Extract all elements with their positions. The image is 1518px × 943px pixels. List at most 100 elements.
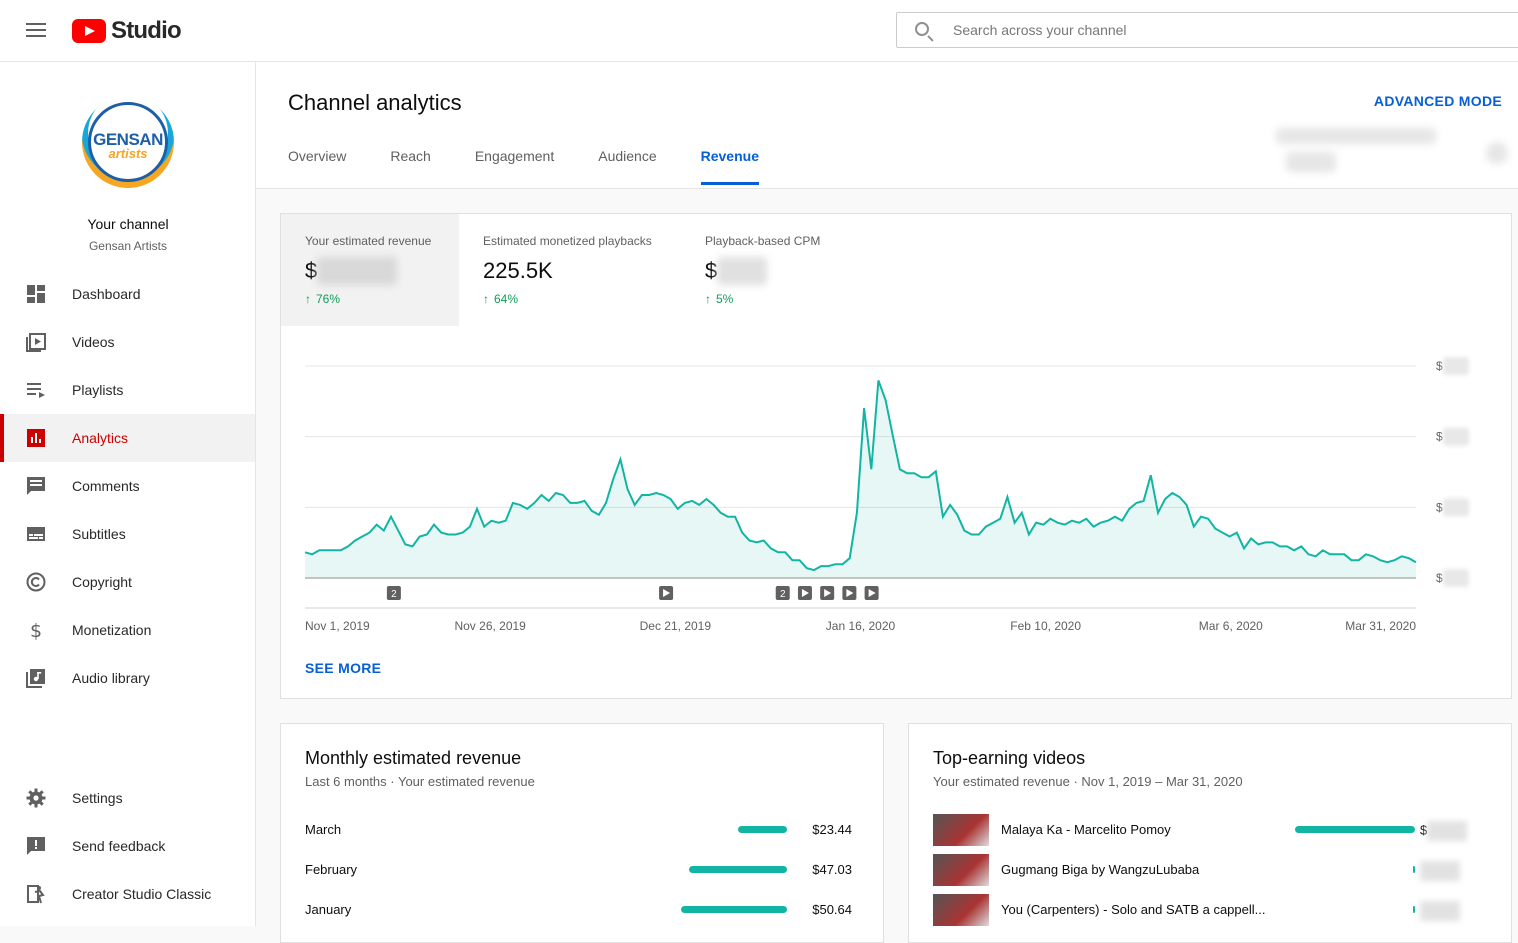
x-tick-label: Jan 16, 2020	[826, 619, 896, 633]
blurred-amount	[1427, 821, 1468, 841]
studio-logo[interactable]: Studio	[72, 17, 182, 45]
sidebar: GENSAN artists Your channel Gensan Artis…	[0, 62, 256, 926]
series-area	[305, 380, 1416, 578]
metric-value: $	[705, 256, 857, 286]
x-tick-label: Mar 6, 2020	[1199, 619, 1263, 633]
creator-studio-classic-icon	[26, 884, 46, 904]
tab-reach[interactable]: Reach	[390, 148, 430, 188]
metric-value-prefix: $	[305, 258, 318, 283]
sidebar-item-label: Videos	[72, 334, 115, 350]
blurred-amount	[1420, 901, 1460, 921]
sidebar-item-label: Creator Studio Classic	[72, 886, 212, 902]
revenue-chart[interactable]: $ $ $ $2 2 Nov 1, 2019 Nov 26, 2019 Dec 21, 201…	[281, 336, 1511, 666]
sidebar-item-label: Playlists	[72, 382, 124, 398]
video-title[interactable]: Gugmang Biga by WangzuLubaba	[1001, 862, 1199, 877]
top-earning-videos-card: Top-earning videos Your estimated revenu…	[908, 723, 1512, 943]
sidebar-item-send-feedback[interactable]: Send feedback	[0, 822, 255, 870]
sidebar-item-dashboard[interactable]: Dashboard	[0, 270, 255, 318]
arrow-up-icon: ↑	[483, 292, 489, 306]
metric-value: $	[305, 256, 435, 286]
blurred-dropdown-icon[interactable]	[1486, 142, 1508, 164]
tab-overview[interactable]: Overview	[288, 148, 346, 188]
analytics-icon	[26, 428, 46, 448]
channel-avatar[interactable]: GENSAN artists	[82, 96, 174, 188]
metric-playback-cpm[interactable]: Playback-based CPM $ ↑ 5%	[681, 214, 881, 326]
channel-name: Gensan Artists	[88, 239, 168, 253]
video-thumbnail[interactable]	[933, 814, 989, 846]
video-thumbnail[interactable]	[933, 894, 989, 926]
video-thumbnail[interactable]	[933, 854, 989, 886]
sidebar-item-comments[interactable]: Comments	[0, 462, 255, 510]
video-revenue-bar	[1412, 906, 1415, 913]
sidebar-item-subtitles[interactable]: Subtitles	[0, 510, 255, 558]
month-bar	[737, 826, 787, 833]
sidebar-item-monetization[interactable]: $ Monetization	[0, 606, 255, 654]
metric-estimated-revenue[interactable]: Your estimated revenue $ ↑ 76%	[281, 214, 459, 326]
monetization-icon: $	[26, 620, 46, 642]
sidebar-item-label: Settings	[72, 790, 123, 806]
month-amount: $50.64	[812, 902, 852, 917]
x-tick-label: Feb 10, 2020	[1010, 619, 1081, 633]
month-amount: $23.44	[812, 822, 852, 837]
y-tick-label: $	[1436, 430, 1443, 444]
videos-icon	[26, 332, 46, 352]
sidebar-item-label: Monetization	[72, 622, 152, 638]
comments-icon	[26, 476, 46, 496]
search-icon[interactable]	[915, 22, 929, 36]
blurred-date-range[interactable]	[1276, 128, 1436, 144]
blurred-y-tick-value	[1443, 569, 1469, 587]
metric-change: ↑ 64%	[483, 292, 657, 306]
video-title[interactable]: Malaya Ka - Marcelito Pomoy	[1001, 822, 1171, 837]
avatar-logo-subtext: artists	[108, 146, 148, 161]
svg-text:$: $	[30, 620, 42, 640]
sidebar-item-creator-studio-classic[interactable]: Creator Studio Classic	[0, 870, 255, 918]
sidebar-item-label: Copyright	[72, 574, 132, 590]
monthly-row: March $23.44	[305, 822, 852, 862]
see-more-button[interactable]: SEE MORE	[305, 660, 381, 676]
sidebar-item-copyright[interactable]: Copyright	[0, 558, 255, 606]
sidebar-item-audio-library[interactable]: Audio library	[0, 654, 255, 702]
x-tick-label: Mar 31, 2020	[1345, 619, 1416, 633]
arrow-up-icon: ↑	[305, 292, 311, 306]
video-amount	[1420, 861, 1460, 881]
month-label: February	[305, 862, 358, 877]
video-title[interactable]: You (Carpenters) - Solo and SATB a cappe…	[1001, 902, 1265, 917]
sidebar-item-label: Analytics	[72, 430, 129, 446]
video-revenue-bar	[1412, 866, 1415, 873]
search-input[interactable]	[953, 20, 1413, 40]
sidebar-item-analytics[interactable]: Analytics	[0, 414, 255, 462]
x-tick-label: Dec 21, 2019	[640, 619, 712, 633]
tab-revenue[interactable]: Revenue	[700, 148, 760, 188]
tab-engagement[interactable]: Engagement	[475, 148, 554, 188]
menu-icon[interactable]	[26, 23, 46, 37]
month-label: March	[305, 822, 342, 837]
video-revenue-bar	[1295, 826, 1415, 833]
top-video-row[interactable]: Malaya Ka - Marcelito Pomoy $	[933, 814, 1513, 854]
feedback-icon	[26, 836, 46, 856]
sidebar-item-label: Audio library	[72, 670, 150, 686]
tab-audience[interactable]: Audience	[598, 148, 656, 188]
top-bar: Studio	[0, 0, 1518, 62]
sidebar-item-label: Dashboard	[72, 286, 141, 302]
subtitles-icon	[26, 524, 46, 544]
video-amount-prefix: $	[1420, 822, 1428, 838]
sidebar-item-playlists[interactable]: Playlists	[0, 366, 255, 414]
month-amount: $47.03	[812, 862, 852, 877]
youtube-logo-icon	[72, 19, 106, 43]
search-box[interactable]	[896, 12, 1518, 48]
metric-value: 225.5K	[483, 258, 553, 283]
top-video-row[interactable]: Gugmang Biga by WangzuLubaba	[933, 854, 1513, 894]
sidebar-item-label: Send feedback	[72, 838, 166, 854]
analytics-tabs: Overview Reach Engagement Audience Revenue	[288, 148, 803, 188]
x-tick-label: Nov 1, 2019	[305, 619, 370, 633]
event-count-label: 2	[780, 589, 786, 600]
top-video-row[interactable]: You (Carpenters) - Solo and SATB a cappe…	[933, 894, 1513, 934]
metric-monetized-playbacks[interactable]: Estimated monetized playbacks 225.5K ↑ 64…	[459, 214, 681, 326]
top-videos-title: Top-earning videos	[933, 748, 1086, 768]
sidebar-item-videos[interactable]: Videos	[0, 318, 255, 366]
month-bar	[688, 866, 787, 873]
sidebar-item-settings[interactable]: Settings	[0, 774, 255, 822]
blurred-date-range-sub	[1286, 152, 1336, 172]
advanced-mode-button[interactable]: ADVANCED MODE	[1374, 93, 1502, 109]
channel-title: Your channel	[87, 216, 169, 232]
